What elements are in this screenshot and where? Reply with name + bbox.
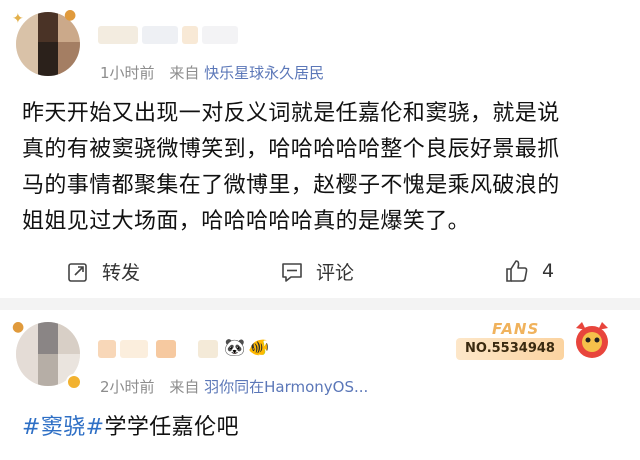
repost-button[interactable]: 转发 [66, 258, 140, 285]
repost-label: 转发 [102, 262, 141, 284]
nickname-blurred[interactable]: 🐼 🐠 [98, 334, 348, 360]
post-body-line: 姐姐见过大场面，哈哈哈哈哈真的是爆笑了。 [22, 209, 471, 234]
comment-icon [282, 262, 302, 282]
tiger-decoration-icon: ● [12, 319, 25, 335]
like-count: 4 [542, 260, 555, 282]
post-source-link[interactable]: 羽你同在HarmonyOS... [204, 378, 368, 396]
post-time: 1小时前 [100, 64, 155, 82]
fans-badge-number: NO.5534948 [456, 338, 564, 360]
post-card-1: ✦ ● 1小时前 来自 快乐星球永久居民 昨天开始又出现一对反义词就是任嘉伦和窦… [0, 0, 640, 298]
post-body: #窦骁#学学任嘉伦吧 [22, 410, 239, 446]
like-button[interactable]: 4 [504, 258, 554, 284]
thumbs-up-icon [506, 260, 528, 282]
post-time: 2小时前 [100, 378, 155, 396]
repost-icon [68, 262, 87, 282]
post-body-text: 学学任嘉伦吧 [104, 415, 239, 440]
goldfish-emoji-icon: 🐠 [248, 338, 270, 358]
tiger-decoration-icon: ● [64, 7, 77, 23]
comment-button[interactable]: 评论 [280, 258, 354, 285]
post-actions: 转发 评论 4 [0, 254, 640, 290]
post-from-label: 来自 [169, 378, 200, 396]
post-body-line: 马的事情都聚集在了微博里，赵樱子不愧是乘风破浪的 [22, 173, 560, 198]
post-meta: 1小时前 来自 快乐星球永久居民 [100, 62, 324, 83]
nickname-blurred[interactable] [98, 20, 348, 46]
comment-label: 评论 [316, 262, 355, 284]
post-source-link[interactable]: 快乐星球永久居民 [204, 64, 324, 82]
post-from-label: 来自 [169, 64, 200, 82]
hashtag-link[interactable]: #窦骁# [22, 415, 104, 440]
avatar-1[interactable]: ✦ ● [12, 8, 84, 80]
crown-decoration-icon: ✦ [12, 11, 24, 27]
post-body-line: 真的有被窦骁微博笑到，哈哈哈哈哈整个良辰好景最抓 [22, 137, 560, 162]
panda-emoji-icon: 🐼 [224, 338, 246, 358]
post-body: 昨天开始又出现一对反义词就是任嘉伦和窦骁，就是说 真的有被窦骁微博笑到，哈哈哈哈… [22, 96, 560, 240]
verified-badge-icon [66, 374, 82, 390]
post-divider [0, 298, 640, 310]
avatar-2[interactable]: ● [12, 320, 84, 390]
fans-badge-word: FANS [492, 320, 540, 338]
post-meta: 2小时前 来自 羽你同在HarmonyOS... [100, 376, 368, 397]
fans-badge[interactable]: FANS NO.5534948 [454, 318, 626, 364]
mascot-icon [576, 322, 608, 358]
post-body-line: 昨天开始又出现一对反义词就是任嘉伦和窦骁，就是说 [22, 101, 560, 126]
